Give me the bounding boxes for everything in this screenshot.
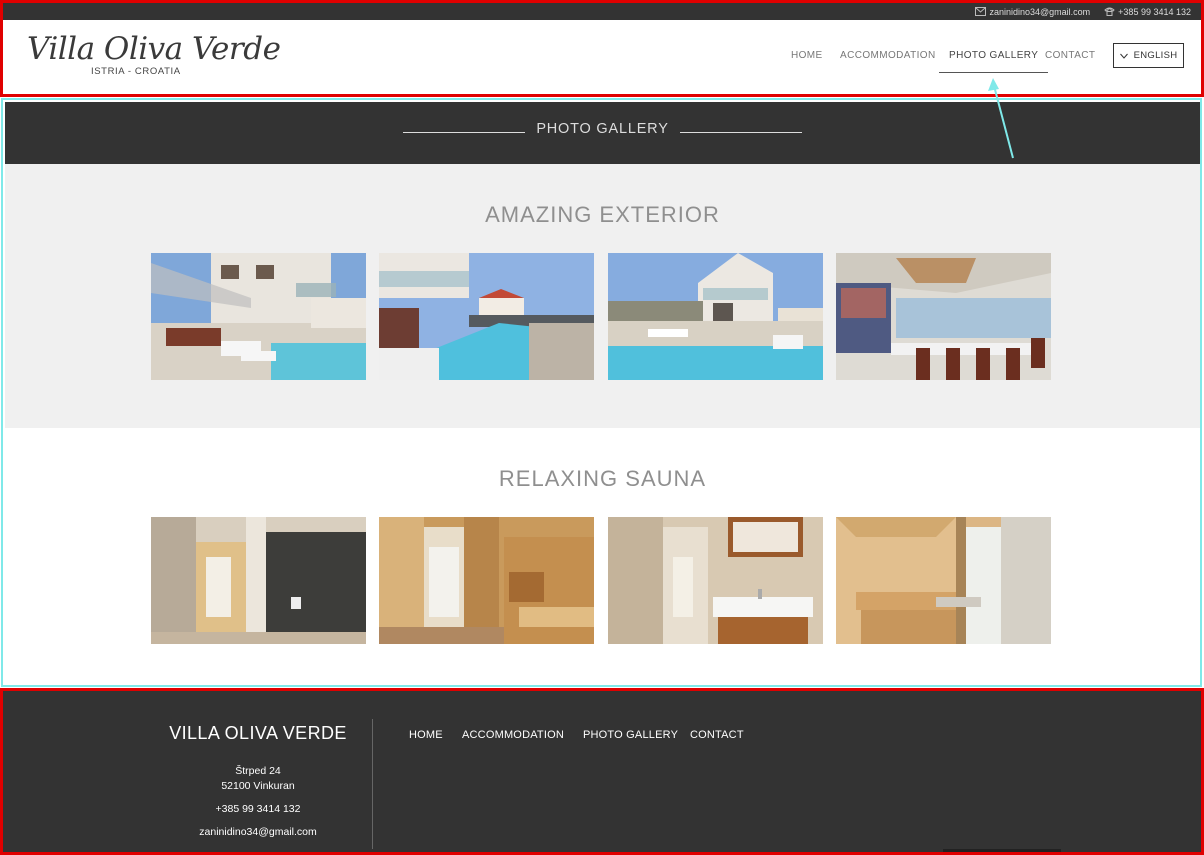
chevron-down-icon	[1119, 53, 1128, 59]
footer-brand: VILLA OLIVA VERDE	[169, 723, 347, 743]
footer-link-home[interactable]: HOME	[409, 729, 443, 741]
sauna-door-photo[interactable]	[379, 517, 594, 644]
section-exterior: AMAZING EXTERIOR	[5, 164, 1200, 428]
footer-link-contact[interactable]: CONTACT	[690, 729, 744, 741]
footer-divider	[372, 719, 373, 849]
pool-terrace-photo[interactable]	[151, 253, 366, 380]
top-contact-bar: zaninidino34@gmail.com +385 99 3414 132	[3, 3, 1201, 20]
bathroom-sink-photo[interactable]	[608, 517, 823, 644]
pool-house-photo[interactable]	[608, 253, 823, 380]
nav-item-contact[interactable]: CONTACT	[1045, 49, 1095, 73]
page-title: PHOTO GALLERY	[536, 121, 669, 137]
top-email[interactable]: zaninidino34@gmail.com	[975, 7, 1090, 17]
footer-address: Štrped 24 52100 Vinkuran	[158, 764, 358, 794]
phone-icon	[1104, 7, 1115, 16]
top-email-text: zaninidino34@gmail.com	[989, 6, 1091, 17]
section-title-sauna: RELAXING SAUNA	[498, 466, 707, 491]
nav-item-accommodation[interactable]: ACCOMMODATION	[840, 49, 936, 73]
section-title-exterior: AMAZING EXTERIOR	[485, 202, 720, 227]
nav-item-home[interactable]: HOME	[791, 49, 823, 73]
footer-link-photo-gallery[interactable]: PHOTO GALLERY	[583, 729, 678, 741]
nav-item-photo-gallery[interactable]: PHOTO GALLERY	[939, 49, 1049, 73]
language-selector[interactable]: ENGLISH	[1113, 43, 1184, 68]
language-label: ENGLISH	[1133, 50, 1178, 61]
header: zaninidino34@gmail.com +385 99 3414 132 …	[0, 0, 1204, 97]
footer-phone[interactable]: +385 99 3414 132	[158, 802, 358, 817]
shower-room-photo[interactable]	[151, 517, 366, 644]
top-phone-text: +385 99 3414 132	[1118, 6, 1191, 17]
logo-name: Villa Oliva Verde	[27, 31, 281, 67]
mail-icon	[975, 7, 987, 16]
footer-accent-bar	[943, 849, 1061, 852]
pool-side-photo[interactable]	[379, 253, 594, 380]
footer-email[interactable]: zaninidino34@gmail.com	[158, 825, 358, 840]
sauna-bench-photo[interactable]	[836, 517, 1051, 644]
section-sauna: RELAXING SAUNA	[5, 428, 1200, 685]
page-banner: PHOTO GALLERY	[5, 102, 1200, 164]
banner-line-right	[680, 132, 802, 133]
site-logo[interactable]: Villa Oliva Verde ISTRIA - CROATIA	[27, 30, 281, 80]
top-phone[interactable]: +385 99 3414 132	[1104, 7, 1191, 17]
footer-link-accommodation[interactable]: ACCOMMODATION	[462, 729, 564, 741]
dining-terrace-photo[interactable]	[836, 253, 1051, 380]
footer: VILLA OLIVA VERDE Štrped 24 52100 Vinkur…	[0, 688, 1204, 855]
gallery-content: PHOTO GALLERY AMAZING EXTERIOR RELAXING …	[1, 98, 1202, 687]
main-navigation: Villa Oliva Verde ISTRIA - CROATIA HOME …	[3, 20, 1201, 94]
footer-address-line1: Štrped 24	[235, 765, 281, 777]
footer-address-line2: 52100 Vinkuran	[221, 780, 295, 792]
